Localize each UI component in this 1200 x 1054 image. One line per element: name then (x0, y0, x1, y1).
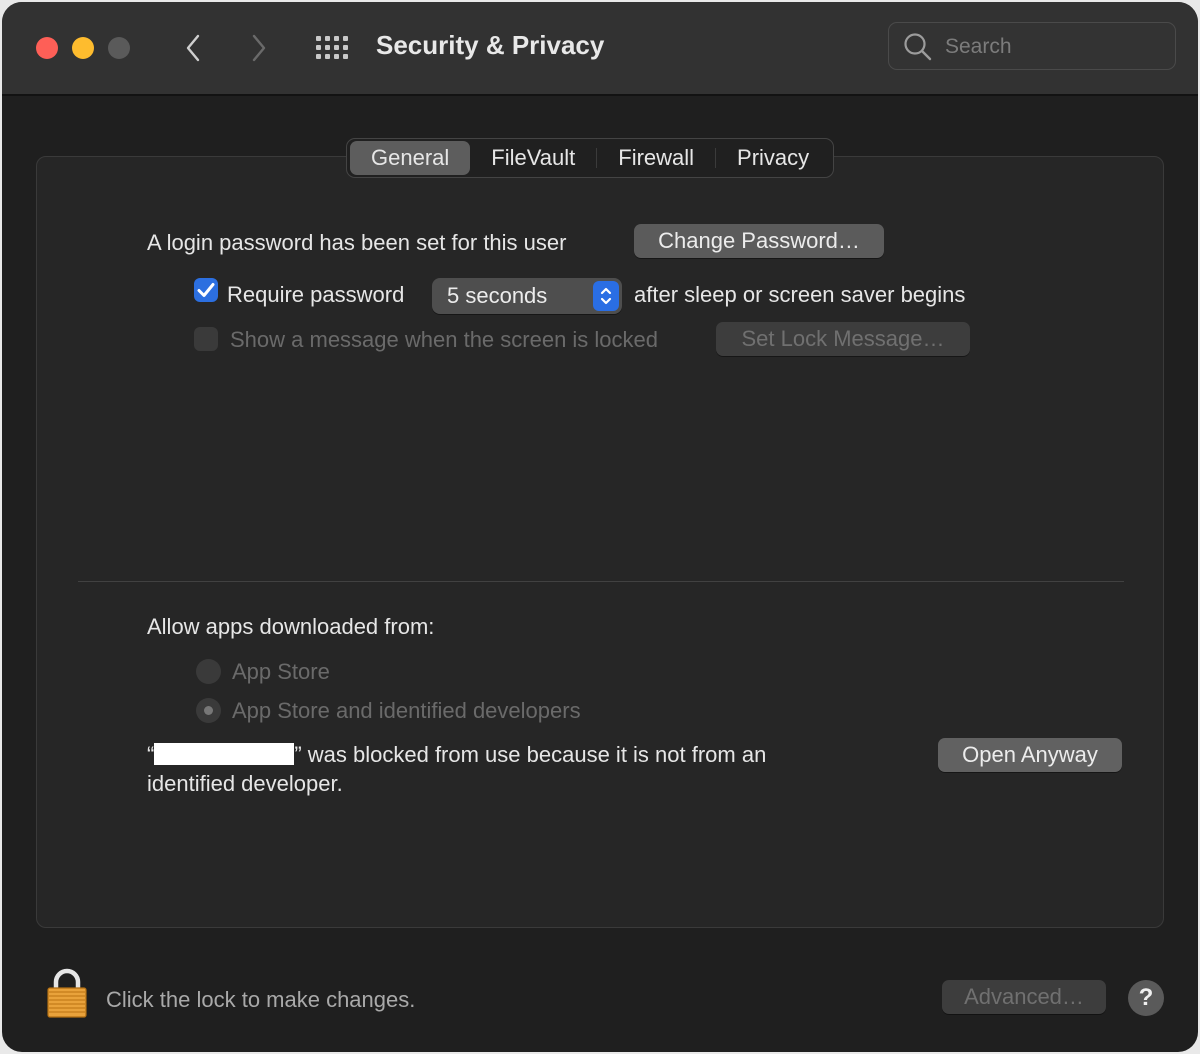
advanced-button[interactable]: Advanced… (942, 980, 1106, 1014)
allow-apps-heading: Allow apps downloaded from: (147, 614, 435, 639)
radio-selected-dot (204, 706, 213, 715)
content-panel (36, 156, 1164, 928)
grid-dot (316, 45, 321, 50)
grid-dot (334, 36, 339, 41)
show-all-button[interactable] (314, 33, 350, 63)
tab-privacy[interactable]: Privacy (716, 141, 830, 175)
show-message-label: Show a message when the screen is locked (230, 327, 659, 352)
blocked-message-line2: identified developer. (147, 771, 343, 796)
tab-firewall[interactable]: Firewall (597, 141, 715, 175)
radio-app-store-identified[interactable] (196, 698, 221, 723)
lock-status-text: Click the lock to make changes. (106, 987, 416, 1012)
grid-dot (325, 36, 330, 41)
chevron-left-icon (186, 34, 200, 62)
grid-dot (334, 54, 339, 59)
minimize-window-button[interactable] (72, 37, 94, 59)
open-quote: “ (147, 742, 155, 767)
require-password-suffix: after sleep or screen saver begins (634, 282, 966, 307)
radio-app-store-identified-label: App Store and identified developers (232, 698, 581, 723)
tab-general[interactable]: General (350, 141, 471, 175)
tab-bar: General FileVault Firewall Privacy (346, 138, 835, 178)
padlock-icon (47, 968, 87, 1018)
tab-filevault[interactable]: FileVault (470, 141, 596, 175)
grid-dot (343, 36, 348, 41)
chevron-right-icon (252, 34, 266, 62)
up-down-chevron-icon (600, 287, 612, 305)
show-message-checkbox[interactable] (194, 327, 218, 351)
title-bar: Security & Privacy (2, 2, 1198, 96)
zoom-window-button[interactable] (108, 37, 130, 59)
blocked-app-message: “ ” was blocked from use because it is no… (147, 742, 766, 768)
search-icon (904, 33, 932, 61)
section-divider (78, 581, 1124, 582)
login-password-label: A login password has been set for this u… (147, 230, 567, 255)
change-password-button[interactable]: Change Password… (634, 224, 884, 258)
grid-dot (325, 54, 330, 59)
grid-dot (343, 54, 348, 59)
radio-app-store-label: App Store (232, 659, 330, 684)
require-password-label: Require password (227, 282, 405, 307)
grid-dot (343, 45, 348, 50)
window-title: Security & Privacy (376, 30, 605, 60)
open-anyway-button[interactable]: Open Anyway (938, 738, 1122, 772)
set-lock-message-button[interactable]: Set Lock Message… (716, 322, 970, 356)
close-window-button[interactable] (36, 37, 58, 59)
grid-dot (325, 45, 330, 50)
checkmark-icon (197, 283, 215, 297)
grid-dot (316, 36, 321, 41)
forward-button[interactable] (244, 28, 274, 68)
require-password-checkbox[interactable] (194, 278, 218, 302)
password-delay-select[interactable]: 5 seconds (432, 278, 622, 314)
security-privacy-window: Security & Privacy General FileVault Fir… (2, 2, 1198, 1052)
search-field[interactable] (888, 22, 1176, 70)
back-button[interactable] (178, 28, 208, 68)
password-delay-value: 5 seconds (447, 283, 548, 308)
redacted-app-name (154, 743, 295, 765)
help-button[interactable]: ? (1128, 980, 1164, 1016)
radio-app-store[interactable] (196, 659, 221, 684)
popup-stepper[interactable] (593, 281, 619, 311)
lock-button[interactable] (46, 968, 88, 1023)
search-input[interactable] (943, 31, 1167, 63)
grid-dot (316, 54, 321, 59)
grid-dot (334, 45, 339, 50)
blocked-message-text: ” was blocked from use because it is not… (294, 742, 767, 767)
